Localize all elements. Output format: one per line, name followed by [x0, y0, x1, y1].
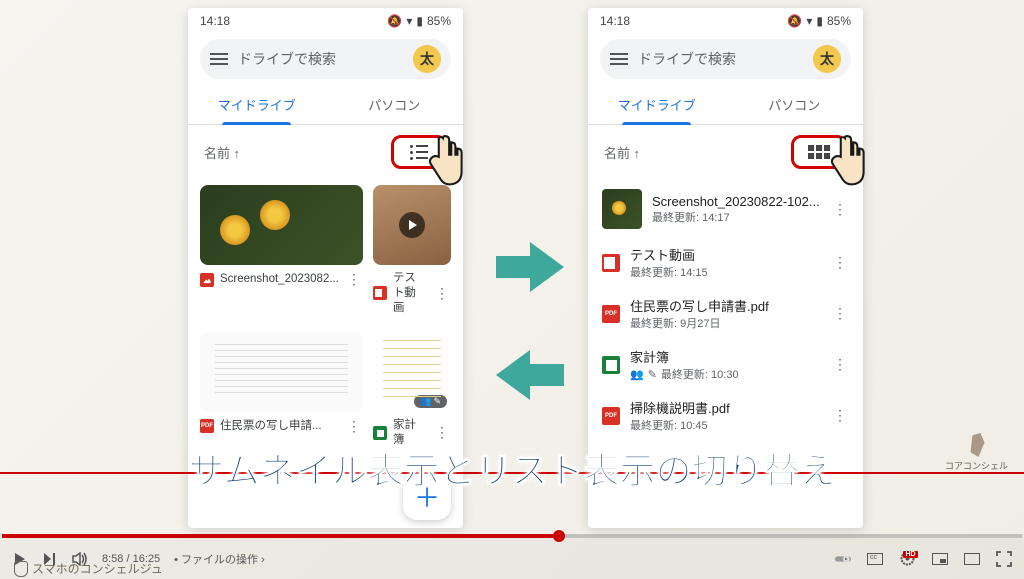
more-icon[interactable]: ⋮	[433, 285, 451, 302]
file-subtitle: 👥✎最終更新: 10:30	[630, 366, 821, 382]
more-icon[interactable]: ⋮	[831, 407, 849, 424]
list-row[interactable]: 家計簿 👥✎最終更新: 10:30 ⋮	[602, 339, 849, 390]
menu-icon[interactable]	[610, 53, 628, 65]
status-time: 14:18	[600, 14, 630, 28]
menu-icon[interactable]	[210, 53, 228, 65]
image-file-icon	[200, 273, 214, 287]
search-placeholder: ドライブで検索	[638, 49, 803, 69]
tab-computer[interactable]: パソコン	[326, 85, 464, 124]
grid-card[interactable]: テスト動画 ⋮	[373, 185, 451, 322]
more-icon[interactable]: ⋮	[433, 424, 451, 441]
progress-fill	[2, 534, 553, 538]
spreadsheet-file-icon	[373, 426, 387, 440]
settings-button[interactable]: HD	[899, 550, 916, 567]
thumbnail-spreadsheet: 👥✎	[373, 332, 451, 412]
pdf-file-icon: PDF	[602, 407, 620, 425]
drive-tabs: マイドライブ パソコン	[188, 85, 463, 125]
thumbnail-image	[200, 185, 363, 265]
list-row[interactable]: PDF 住民票の写し申請書.pdf 最終更新: 9月27日 ⋮	[602, 288, 849, 339]
grid-card[interactable]: 👥✎ 家計簿 ⋮	[373, 332, 451, 454]
theater-button[interactable]	[964, 551, 980, 567]
progress-handle[interactable]	[553, 530, 565, 542]
pdf-file-icon: PDF	[200, 419, 214, 433]
tab-computer[interactable]: パソコン	[726, 85, 864, 124]
spreadsheet-file-icon	[602, 356, 620, 374]
file-subtitle: 最終更新: 9月27日	[630, 315, 821, 331]
more-icon[interactable]: ⋮	[345, 418, 363, 435]
video-file-icon	[602, 254, 620, 272]
list-row[interactable]: テスト動画 最終更新: 14:15 ⋮	[602, 237, 849, 288]
fullscreen-button[interactable]	[996, 551, 1012, 567]
grid-icon	[808, 145, 830, 159]
list-row[interactable]: Screenshot_20230822-102... 最終更新: 14:17 ⋮	[602, 181, 849, 237]
bell-slash-icon: 🔕	[787, 14, 802, 28]
more-icon[interactable]: ⋮	[831, 305, 849, 322]
status-bar: 14:18 🔕 ▾ ▮ 85%	[188, 8, 463, 33]
sort-label[interactable]: 名前 ↑	[204, 143, 240, 162]
shield-icon	[14, 561, 28, 577]
search-placeholder: ドライブで検索	[238, 49, 403, 69]
arrow-right-icon	[494, 238, 566, 296]
search-bar[interactable]: ドライブで検索 太	[600, 39, 851, 79]
file-title: 住民票の写し申請書.pdf	[630, 296, 821, 315]
file-title: 住民票の写し申請...	[220, 419, 339, 434]
miniplayer-button[interactable]	[932, 551, 948, 567]
shared-badge: 👥✎	[414, 395, 447, 408]
arrow-left-icon	[494, 346, 566, 404]
file-title: 掃除機説明書.pdf	[630, 398, 821, 417]
file-title: テスト動画	[393, 271, 427, 316]
wifi-icon: ▾	[806, 14, 812, 28]
list-row[interactable]: PDF 掃除機説明書.pdf 最終更新: 10:45 ⋮	[602, 390, 849, 441]
account-avatar[interactable]: 太	[813, 45, 841, 73]
file-subtitle: 最終更新: 14:17	[652, 209, 821, 225]
file-subtitle: 最終更新: 14:15	[630, 264, 821, 280]
list-icon	[410, 145, 428, 160]
file-list: Screenshot_20230822-102... 最終更新: 14:17 ⋮…	[588, 179, 863, 443]
view-toggle-list[interactable]	[391, 135, 447, 169]
pdf-file-icon: PDF	[602, 305, 620, 323]
grid-card[interactable]: Screenshot_2023082... ⋮	[200, 185, 363, 322]
slide-caption: サムネイル表示とリスト表示の切り替え	[0, 442, 1024, 494]
more-icon[interactable]: ⋮	[831, 201, 849, 218]
more-icon[interactable]: ⋮	[831, 356, 849, 373]
play-icon	[399, 212, 425, 238]
captions-button[interactable]: cc	[867, 551, 883, 567]
more-icon[interactable]: ⋮	[345, 271, 363, 288]
file-subtitle: 最終更新: 10:45	[630, 417, 821, 433]
hd-badge: HD	[903, 551, 917, 558]
file-title: テスト動画	[630, 245, 821, 264]
thumbnail-video	[373, 185, 451, 265]
view-toggle-grid[interactable]	[791, 135, 847, 169]
autoplay-toggle[interactable]	[835, 551, 851, 567]
file-title: 家計簿	[630, 347, 821, 366]
battery-icon: ▮	[416, 14, 423, 28]
tab-my-drive[interactable]: マイドライブ	[188, 85, 326, 124]
sort-label[interactable]: 名前 ↑	[604, 143, 640, 162]
account-avatar[interactable]: 太	[413, 45, 441, 73]
file-grid: Screenshot_2023082... ⋮ テスト動画 ⋮ PDF 住民票の…	[188, 179, 463, 460]
file-title: Screenshot_2023082...	[220, 272, 339, 287]
thumbnail-document	[200, 332, 363, 412]
file-title: Screenshot_20230822-102...	[652, 194, 821, 209]
video-file-icon	[373, 286, 387, 300]
battery-percent: 85%	[427, 14, 451, 28]
chapter-title[interactable]: • ファイルの操作 ›	[174, 551, 265, 567]
drive-tabs: マイドライブ パソコン	[588, 85, 863, 125]
status-bar: 14:18 🔕 ▾ ▮ 85%	[588, 8, 863, 33]
battery-percent: 85%	[827, 14, 851, 28]
search-bar[interactable]: ドライブで検索 太	[200, 39, 451, 79]
more-icon[interactable]: ⋮	[831, 254, 849, 271]
wifi-icon: ▾	[406, 14, 412, 28]
thumbnail-image	[602, 189, 642, 229]
battery-icon: ▮	[816, 14, 823, 28]
channel-watermark: スマホのコンシェルジュ	[14, 560, 163, 577]
status-time: 14:18	[200, 14, 230, 28]
bell-slash-icon: 🔕	[387, 14, 402, 28]
grid-card[interactable]: PDF 住民票の写し申請... ⋮	[200, 332, 363, 454]
tab-my-drive[interactable]: マイドライブ	[588, 85, 726, 124]
progress-bar[interactable]	[2, 534, 1022, 538]
